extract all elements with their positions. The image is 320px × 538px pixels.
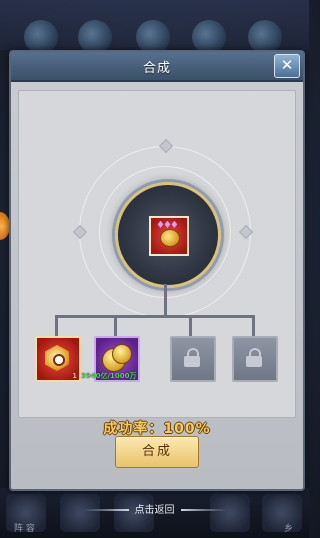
background-avatar-icon (78, 20, 112, 54)
close-button[interactable]: ✕ (274, 54, 300, 78)
result-item-slot[interactable]: ♦♦♦ (149, 216, 189, 256)
synthesize-button[interactable]: 合成 (115, 436, 199, 468)
success-rate-text: 成功率：100% (103, 421, 211, 437)
connector-line (55, 315, 58, 337)
dialog-title-bar: 合成 (11, 52, 303, 82)
ingredient-slot-4[interactable] (232, 336, 278, 382)
connector-line (252, 315, 255, 337)
background-avatar-icon (136, 20, 170, 54)
dialog-title: 合成 (142, 60, 171, 76)
background-avatar-icon (192, 20, 226, 54)
nav-label: 乡 (284, 524, 294, 534)
ingredient-requirement: 1 (72, 372, 77, 380)
background-avatar-icon (248, 20, 282, 54)
ingredient-count: 3940亿/1000万 (81, 372, 137, 380)
nav-label-lineup: 阵 容 (14, 524, 35, 534)
synthesis-panel: ♦♦♦ 1 3940亿/1000万 成功率：100% (18, 90, 296, 437)
gem-eye-icon (53, 354, 65, 366)
hint-divider (180, 509, 227, 511)
gold-coins-icon (112, 344, 132, 364)
connector-line (55, 315, 255, 318)
ingredient-slot-3[interactable] (170, 336, 216, 382)
red-treasure-gem-icon (160, 229, 180, 247)
hint-divider (82, 509, 129, 511)
synthesis-dialog: 合成 ✕ ♦♦♦ 1 3940亿/1000万 成功率：100% 合成 (9, 50, 305, 491)
tap-to-return-hint[interactable]: 点击返回 (0, 501, 309, 516)
lock-icon (184, 348, 200, 367)
result-item-frame: ♦♦♦ (115, 182, 221, 288)
ingredient-slot-1[interactable]: 1 (35, 336, 81, 382)
close-icon: ✕ (280, 56, 294, 74)
lock-icon (246, 348, 262, 367)
background-top-bar (0, 0, 309, 54)
ingredient-slot-2[interactable]: 3940亿/1000万 (81, 336, 140, 382)
back-hint-label: 点击返回 (134, 505, 175, 516)
connector-line (164, 284, 167, 316)
connector-line (114, 315, 117, 337)
connector-line (189, 315, 192, 337)
background-avatar-icon (24, 20, 58, 54)
